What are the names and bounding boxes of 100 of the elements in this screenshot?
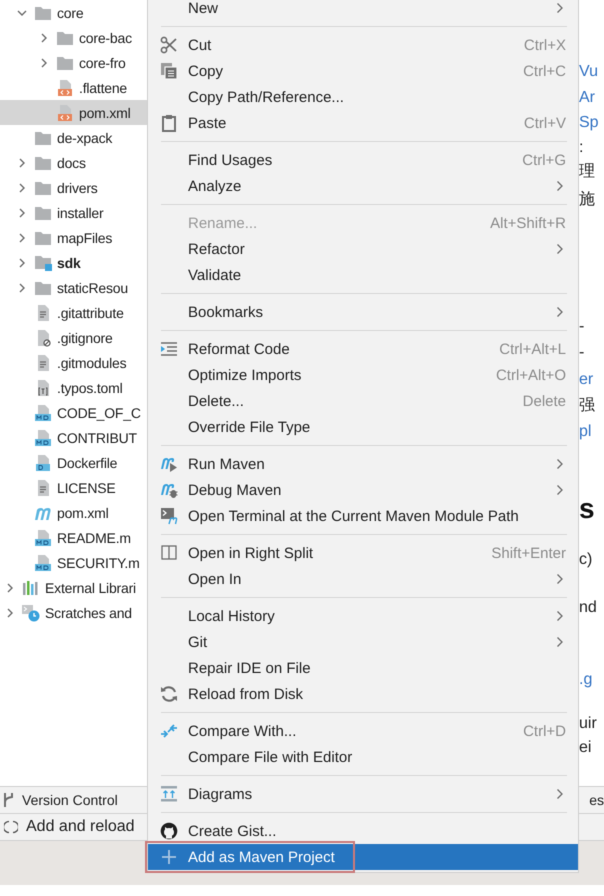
tree-row[interactable]: mapFiles [0,225,147,250]
branch-icon [2,792,16,808]
scissors-icon [160,36,178,54]
tree-row[interactable]: Scratches and [0,600,147,625]
menu-item[interactable]: Reformat Code Ctrl+Alt+L [148,336,578,362]
tree-item-label: Scratches and [45,604,132,620]
tree-row[interactable]: core-bac [0,25,147,50]
tree-item-label: de-xpack [57,130,112,146]
folder-icon [34,154,52,170]
collapse-chevron-icon[interactable] [5,608,15,618]
link-text[interactable]: Ar [579,88,595,108]
collapse-chevron-icon[interactable] [39,58,49,68]
tree-row[interactable]: .gitmodules [0,350,147,375]
status-text: Add and reload [26,818,135,836]
tree-row[interactable]: CONTRIBUT [0,425,147,450]
reload-icon [160,685,178,703]
menu-item[interactable]: Repair IDE on File [148,655,578,681]
tree-row[interactable]: .flattene [0,75,147,100]
tree-item-label: LICENSE [57,480,116,496]
menu-item[interactable]: Compare File with Editor [148,744,578,770]
tree-row[interactable]: SECURITY.m [0,550,147,575]
menu-item[interactable]: Bookmarks [148,299,578,325]
menu-item[interactable]: Git [148,629,578,655]
tree-item-label: CONTRIBUT [57,430,137,446]
tree-item-label: pom.xml [57,504,108,520]
tree-row[interactable]: core-fro [0,50,147,75]
menu-item[interactable]: Diagrams [148,781,578,807]
menu-item[interactable]: Refactor [148,236,578,262]
link-text[interactable]: Vu [579,62,598,82]
menu-item[interactable]: Debug Maven [148,477,578,503]
menu-item[interactable]: Validate [148,262,578,288]
tree-row[interactable]: docs [0,150,147,175]
tree-row[interactable]: pom.xml [0,500,147,525]
link-text[interactable]: .g [579,670,592,690]
scratch-clock-icon [21,604,41,622]
shortcut-label: Ctrl+C [523,62,566,80]
tree-row[interactable]: sdk [0,250,147,275]
menu-item[interactable]: Copy Path/Reference... [148,84,578,110]
tree-row[interactable]: staticResou [0,275,147,300]
link-text[interactable]: Sp [579,113,599,133]
menu-item[interactable]: Compare With... Ctrl+D [148,718,578,744]
tree-row[interactable]: .typos.toml [0,375,147,400]
collapse-chevron-icon[interactable] [17,208,27,218]
menu-item[interactable]: New [148,0,578,21]
menu-item[interactable]: Open Terminal at the Current Maven Module Path [148,503,578,529]
xml-file-icon [56,78,74,96]
shortcut-label: Ctrl+X [524,36,566,54]
tree-row[interactable]: core [0,0,147,25]
tree-item-label: installer [57,204,104,220]
menu-item[interactable]: Create Gist... [148,818,578,844]
tree-row[interactable]: README.m [0,525,147,550]
menu-item[interactable]: Paste Ctrl+V [148,110,578,136]
tree-row[interactable]: de-xpack [0,125,147,150]
tool-window-tab[interactable]: Version Control [22,792,118,808]
tree-row[interactable]: drivers [0,175,147,200]
split-view-icon [160,544,178,562]
expand-chevron-icon[interactable] [17,8,27,18]
text-fragment: 施 [579,190,595,210]
link-text[interactable]: pl [579,422,592,442]
collapse-chevron-icon[interactable] [17,182,27,192]
maven-run-icon [160,455,178,473]
menu-item[interactable]: Find Usages Ctrl+G [148,147,578,173]
menu-item[interactable]: Cut Ctrl+X [148,32,578,58]
shortcut-label: Ctrl+D [523,722,566,740]
tree-row[interactable]: CODE_OF_C [0,400,147,425]
tree-row[interactable]: pom.xml [0,100,147,125]
maven-debug-icon [160,481,178,499]
menu-item[interactable]: Local History [148,603,578,629]
folder-icon [56,30,74,46]
text-fragment: nd [579,598,597,618]
menu-item[interactable]: Run Maven [148,451,578,477]
collapse-chevron-icon[interactable] [17,258,27,268]
menu-item[interactable]: Optimize Imports Ctrl+Alt+O [148,362,578,388]
menu-item[interactable]: Add as Maven Project [148,844,578,870]
tree-row[interactable]: .gitattribute [0,300,147,325]
link-text[interactable]: er [579,370,594,390]
tree-row[interactable]: .gitignore [0,325,147,350]
tree-row[interactable]: installer [0,200,147,225]
tree-item-label: pom.xml [79,104,130,120]
collapse-chevron-icon[interactable] [5,582,15,592]
shortcut-label: Ctrl+Alt+L [499,340,566,358]
shortcut-label: Ctrl+G [522,152,566,168]
collapse-chevron-icon[interactable] [39,32,49,42]
tree-item-label: core-bac [79,30,132,46]
collapse-chevron-icon[interactable] [17,282,27,292]
collapse-chevron-icon[interactable] [17,232,27,242]
tree-item-label: External Librari [45,580,136,596]
menu-item[interactable]: Analyze [148,173,578,199]
tree-row[interactable]: LICENSE [0,475,147,500]
tree-row[interactable]: Dockerfile [0,450,147,475]
markdown-file-icon [34,428,52,446]
tree-row[interactable]: External Librari [0,575,147,600]
menu-item[interactable]: Override File Type [148,414,578,440]
menu-item[interactable]: Open In [148,566,578,592]
menu-item[interactable]: Delete... Delete [148,388,578,414]
collapse-chevron-icon[interactable] [17,158,27,168]
menu-item[interactable]: Copy Ctrl+C [148,58,578,84]
menu-item[interactable]: Reload from Disk [148,681,578,707]
menu-item[interactable]: Open in Right Split Shift+Enter [148,540,578,566]
copy-icon [160,62,178,80]
